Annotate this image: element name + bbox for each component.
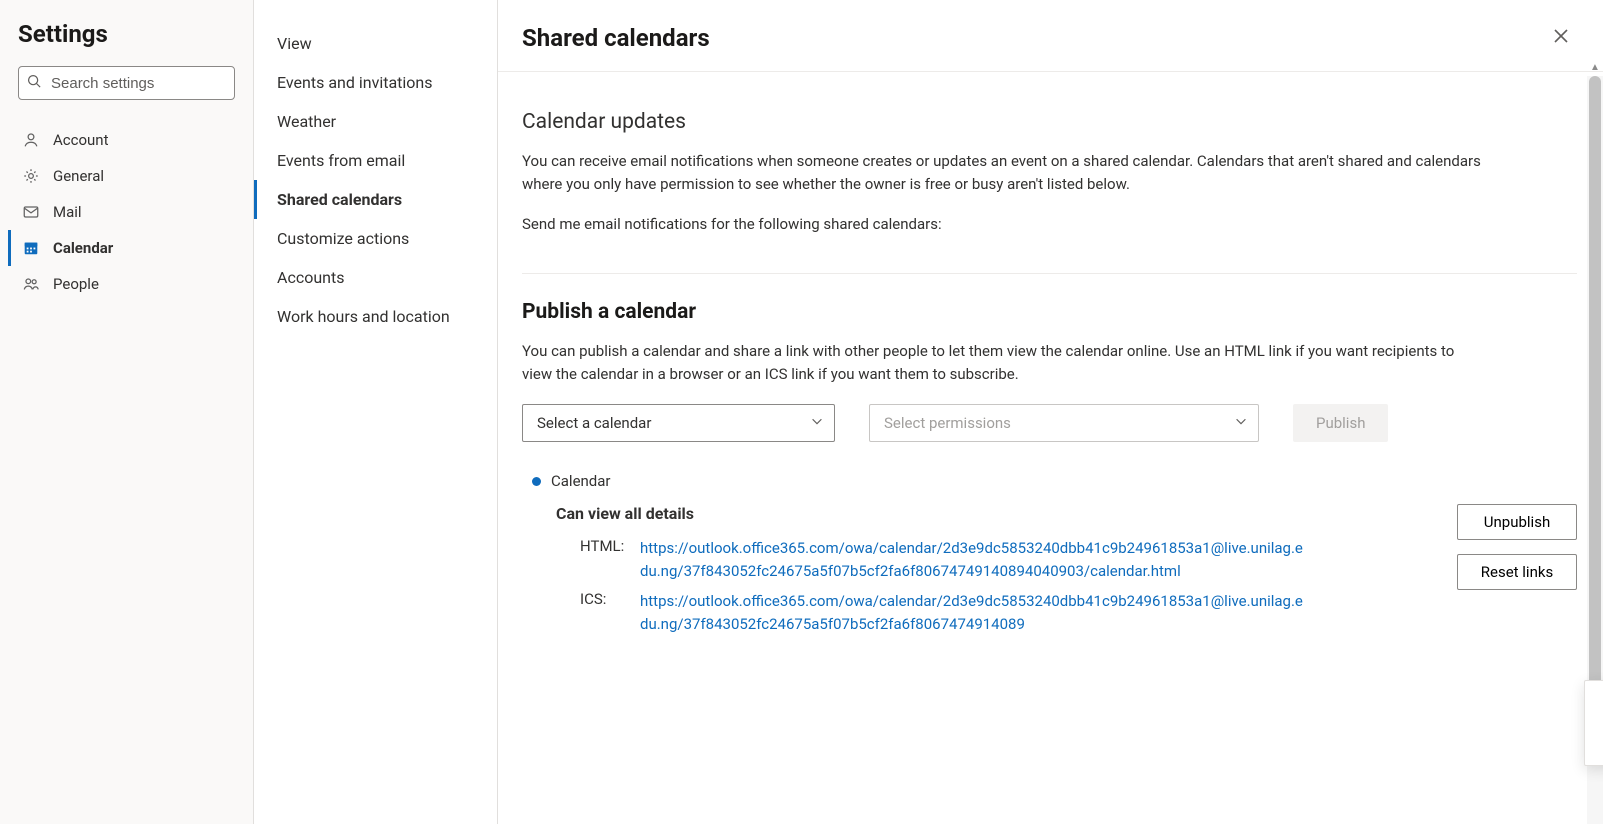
select-permissions-label: Select permissions (884, 414, 1011, 432)
html-link[interactable]: https://outlook.office365.com/owa/calend… (640, 537, 1306, 584)
calendar-updates-heading: Calendar updates (522, 110, 1577, 134)
publish-button[interactable]: Publish (1293, 404, 1388, 442)
permission-label: Can view all details (556, 504, 1437, 523)
main-header: Shared calendars (498, 0, 1603, 72)
subnav-work-hours[interactable]: Work hours and location (254, 297, 497, 336)
people-icon (21, 274, 41, 294)
publish-heading: Publish a calendar (522, 300, 1577, 324)
nav-label: Account (53, 131, 109, 149)
context-copy-link[interactable]: Copy link (1585, 681, 1603, 723)
calendar-color-dot (532, 477, 541, 486)
main-body: Calendar updates You can receive email n… (498, 72, 1603, 824)
select-permissions-dropdown[interactable]: Select permissions (869, 404, 1259, 442)
person-icon (21, 130, 41, 150)
nav-label: General (53, 167, 104, 185)
nav-account[interactable]: Account (8, 122, 235, 158)
gear-icon (21, 166, 41, 186)
published-calendar-item: Calendar Can view all details HTML: http… (522, 472, 1577, 642)
calendar-updates-desc: You can receive email notifications when… (522, 150, 1482, 197)
settings-sidebar: Settings Account General (0, 0, 254, 824)
select-calendar-label: Select a calendar (537, 414, 651, 432)
page-title: Shared calendars (522, 24, 710, 52)
close-icon (1551, 34, 1571, 49)
chevron-down-icon (1234, 414, 1248, 432)
calendar-subnav: View Events and invitations Weather Even… (254, 0, 498, 824)
subnav-accounts[interactable]: Accounts (254, 258, 497, 297)
subnav-events-invitations[interactable]: Events and invitations (254, 63, 497, 102)
search-settings-input[interactable] (18, 66, 235, 100)
link-context-menu: Copy link Download (1584, 680, 1603, 766)
reset-links-button[interactable]: Reset links (1457, 554, 1577, 590)
publish-desc: You can publish a calendar and share a l… (522, 340, 1482, 387)
close-button[interactable] (1547, 22, 1575, 53)
settings-title: Settings (18, 20, 235, 48)
ics-link[interactable]: https://outlook.office365.com/owa/calend… (640, 590, 1306, 637)
nav-mail[interactable]: Mail (8, 194, 235, 230)
select-calendar-dropdown[interactable]: Select a calendar (522, 404, 835, 442)
mail-icon (21, 202, 41, 222)
nav-calendar[interactable]: Calendar (8, 230, 235, 266)
calendar-icon (21, 238, 41, 258)
section-divider (522, 273, 1577, 274)
ics-link-label: ICS: (580, 590, 630, 637)
context-download[interactable]: Download (1585, 723, 1603, 765)
main-content: Shared calendars Calendar updates You ca… (498, 0, 1603, 824)
subnav-customize-actions[interactable]: Customize actions (254, 219, 497, 258)
scroll-thumb[interactable] (1589, 76, 1601, 716)
calendar-updates-prompt: Send me email notifications for the foll… (522, 215, 1577, 233)
publish-controls-row: Select a calendar Select permissions Pub… (522, 404, 1577, 442)
nav-label: Mail (53, 203, 82, 221)
subnav-events-from-email[interactable]: Events from email (254, 141, 497, 180)
calendar-name: Calendar (551, 472, 611, 490)
search-icon (27, 74, 41, 92)
unpublish-button[interactable]: Unpublish (1457, 504, 1577, 540)
nav-label: Calendar (53, 239, 113, 257)
nav-label: People (53, 275, 99, 293)
scroll-up-arrow-icon: ▲ (1589, 62, 1601, 74)
search-settings-container (18, 66, 235, 100)
subnav-view[interactable]: View (254, 24, 497, 63)
nav-general[interactable]: General (8, 158, 235, 194)
subnav-shared-calendars[interactable]: Shared calendars (254, 180, 497, 219)
chevron-down-icon (810, 414, 824, 432)
subnav-weather[interactable]: Weather (254, 102, 497, 141)
nav-people[interactable]: People (8, 266, 235, 302)
html-link-label: HTML: (580, 537, 630, 584)
